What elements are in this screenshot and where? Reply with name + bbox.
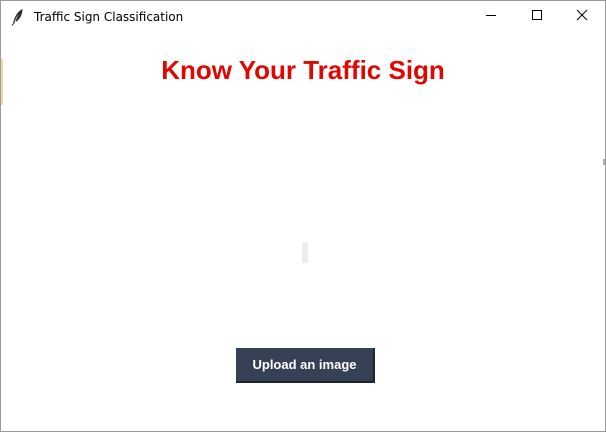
window-title: Traffic Sign Classification bbox=[34, 10, 184, 24]
title-bar[interactable]: Traffic Sign Classification bbox=[1, 1, 605, 33]
maximize-icon bbox=[531, 8, 543, 26]
page-heading: Know Your Traffic Sign bbox=[161, 55, 445, 85]
upload-image-button[interactable]: Upload an image bbox=[236, 348, 375, 383]
feather-icon bbox=[10, 8, 26, 26]
app-window: Traffic Sign Classification Know Your Tr… bbox=[0, 0, 606, 432]
maximize-button[interactable] bbox=[514, 1, 560, 33]
resize-edge-mark bbox=[603, 159, 605, 165]
minimize-icon bbox=[485, 8, 497, 26]
sign-image-preview bbox=[302, 243, 308, 263]
close-button[interactable] bbox=[559, 1, 605, 33]
close-icon bbox=[576, 8, 588, 26]
main-content: Know Your Traffic Sign Upload an image bbox=[1, 33, 605, 431]
window-edge-highlight bbox=[1, 59, 3, 105]
minimize-button[interactable] bbox=[468, 1, 514, 33]
